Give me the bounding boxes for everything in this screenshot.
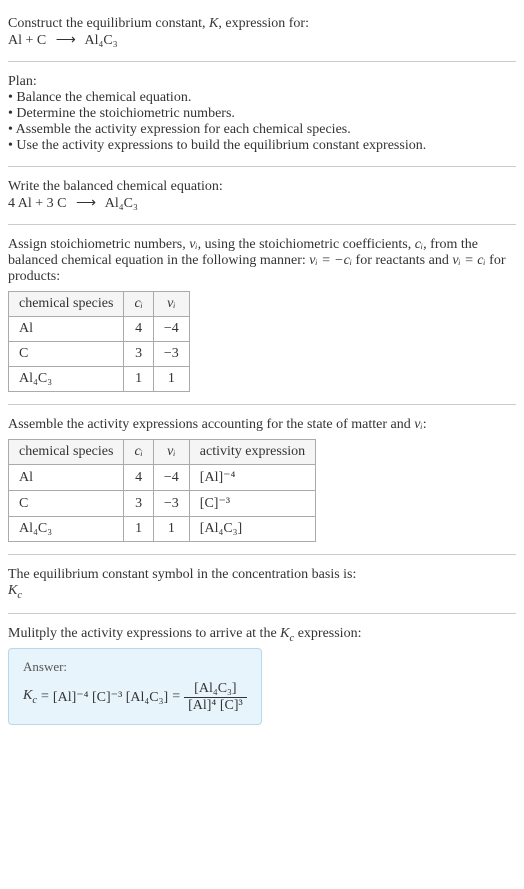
divider <box>8 613 516 614</box>
answer-box: Answer: Kc = [Al]⁻⁴ [C]⁻³ [Al₄C₃] = [Al₄… <box>8 648 262 725</box>
cell-species: Al <box>9 317 124 342</box>
multiply-section: Mulitply the activity expressions to arr… <box>8 618 516 733</box>
reactants: 4 Al + 3 C <box>8 196 66 211</box>
reaction-arrow-icon: ⟶ <box>76 195 96 212</box>
fraction: [Al₄C₃] [Al]⁴ [C]³ <box>184 681 247 714</box>
cell-expr: [Al₄C₃] <box>189 517 315 542</box>
plan-item: • Determine the stoichiometric numbers. <box>8 106 516 122</box>
cell-species: Al₄C₃ <box>9 367 124 392</box>
divider <box>8 166 516 167</box>
lhs-expr: [Al]⁻⁴ [C]⁻³ [Al₄C₃] <box>53 689 168 706</box>
table-row: Al₄C₃ 1 1 <box>9 367 190 392</box>
col-nu: νᵢ <box>153 292 189 317</box>
kc-equation: Kc = [Al]⁻⁴ [C]⁻³ [Al₄C₃] = [Al₄C₃] [Al]… <box>23 681 247 714</box>
title-line: Construct the equilibrium constant, K, e… <box>8 16 516 32</box>
cell-c: 3 <box>124 342 153 367</box>
cell-nu: −4 <box>153 317 189 342</box>
plan-heading: Plan: <box>8 74 516 90</box>
title-prefix: Construct the equilibrium constant, <box>8 16 209 31</box>
table-row: C 3 −3 [C]⁻³ <box>9 491 316 517</box>
table-header-row: chemical species cᵢ νᵢ <box>9 292 190 317</box>
cell-c: 4 <box>124 465 153 491</box>
text: Mulitply the activity expressions to arr… <box>8 626 280 641</box>
col-species: chemical species <box>9 440 124 465</box>
kc-symbol: Kc <box>8 583 516 601</box>
formula: νᵢ = −cᵢ <box>309 253 352 268</box>
ci-var: cᵢ <box>415 237 423 252</box>
activity-section: Assemble the activity expressions accoun… <box>8 409 516 550</box>
nu-var: νᵢ <box>189 237 197 252</box>
cell-nu: −4 <box>153 465 189 491</box>
balanced-heading: Write the balanced chemical equation: <box>8 179 516 195</box>
cell-species: C <box>9 491 124 517</box>
symbol-text: The equilibrium constant symbol in the c… <box>8 567 516 583</box>
unbalanced-equation: Al + C ⟶ Al₄C₃ <box>8 32 516 49</box>
text: , using the stoichiometric coefficients, <box>198 237 415 252</box>
plan-item: • Assemble the activity expression for e… <box>8 122 516 138</box>
cell-nu: −3 <box>153 491 189 517</box>
activity-text: Assemble the activity expressions accoun… <box>8 417 516 433</box>
cell-nu: −3 <box>153 342 189 367</box>
divider <box>8 61 516 62</box>
divider <box>8 404 516 405</box>
equals: = <box>41 689 49 705</box>
text: for reactants and <box>352 253 452 268</box>
text: : <box>423 417 427 432</box>
formula: νᵢ = cᵢ <box>452 253 485 268</box>
divider <box>8 554 516 555</box>
plan-section: Plan: • Balance the chemical equation. •… <box>8 66 516 162</box>
numerator: [Al₄C₃] <box>184 681 247 698</box>
title-suffix: , expression for: <box>218 16 309 31</box>
cell-c: 3 <box>124 491 153 517</box>
table-row: Al 4 −4 <box>9 317 190 342</box>
cell-nu: 1 <box>153 367 189 392</box>
cell-nu: 1 <box>153 517 189 542</box>
col-ci: cᵢ <box>124 292 153 317</box>
nu-var: νᵢ <box>414 417 422 432</box>
plan-item: • Use the activity expressions to build … <box>8 138 516 154</box>
col-expr: activity expression <box>189 440 315 465</box>
title-var: K <box>209 16 218 31</box>
header-section: Construct the equilibrium constant, K, e… <box>8 8 516 57</box>
text: expression: <box>294 626 361 641</box>
table-row: C 3 −3 <box>9 342 190 367</box>
cell-c: 1 <box>124 517 153 542</box>
cell-c: 1 <box>124 367 153 392</box>
stoich-text: Assign stoichiometric numbers, νᵢ, using… <box>8 237 516 285</box>
cell-c: 4 <box>124 317 153 342</box>
cell-species: Al₄C₃ <box>9 517 124 542</box>
col-species: chemical species <box>9 292 124 317</box>
cell-species: Al <box>9 465 124 491</box>
reaction-arrow-icon: ⟶ <box>56 32 76 49</box>
equals: = <box>172 689 180 705</box>
text: Assign stoichiometric numbers, <box>8 237 189 252</box>
answer-label: Answer: <box>23 659 247 675</box>
table-header-row: chemical species cᵢ νᵢ activity expressi… <box>9 440 316 465</box>
col-ci: cᵢ <box>124 440 153 465</box>
text: Assemble the activity expressions accoun… <box>8 417 414 432</box>
table-row: Al₄C₃ 1 1 [Al₄C₃] <box>9 517 316 542</box>
kc-var: Kc <box>23 688 37 706</box>
cell-expr: [C]⁻³ <box>189 491 315 517</box>
products: Al₄C₃ <box>105 196 138 211</box>
cell-species: C <box>9 342 124 367</box>
multiply-text: Mulitply the activity expressions to arr… <box>8 626 516 644</box>
stoich-section: Assign stoichiometric numbers, νᵢ, using… <box>8 229 516 400</box>
activity-table: chemical species cᵢ νᵢ activity expressi… <box>8 439 316 542</box>
denominator: [Al]⁴ [C]³ <box>184 698 247 714</box>
plan-item: • Balance the chemical equation. <box>8 90 516 106</box>
cell-expr: [Al]⁻⁴ <box>189 465 315 491</box>
stoich-table: chemical species cᵢ νᵢ Al 4 −4 C 3 −3 Al… <box>8 291 190 392</box>
divider <box>8 224 516 225</box>
products: Al₄C₃ <box>85 33 118 48</box>
table-row: Al 4 −4 [Al]⁻⁴ <box>9 465 316 491</box>
reactants: Al + C <box>8 33 46 48</box>
balanced-equation: 4 Al + 3 C ⟶ Al₄C₃ <box>8 195 516 212</box>
symbol-section: The equilibrium constant symbol in the c… <box>8 559 516 609</box>
col-nu: νᵢ <box>153 440 189 465</box>
balanced-section: Write the balanced chemical equation: 4 … <box>8 171 516 220</box>
